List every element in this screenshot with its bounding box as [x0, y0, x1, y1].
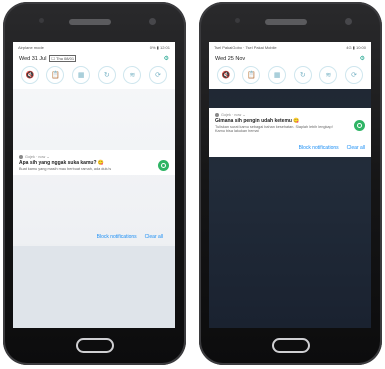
proximity-sensor	[39, 18, 44, 23]
date-row: Wed 25 Nov ⚙	[209, 53, 371, 64]
notification-title: Gimana sih pengin udah ketemu 😋	[215, 118, 300, 124]
notification-body: Gimana sih pengin udah ketemu 😋 Tuliskan…	[209, 117, 371, 137]
mute-icon[interactable]: 🔇	[216, 66, 235, 84]
front-camera	[345, 18, 352, 25]
speaker-grille	[265, 19, 307, 25]
mute-icon[interactable]: 🔇	[20, 66, 39, 84]
screen-right: Tsel PakaiGobo · Tsel Pakai Mobile 4G ▮ …	[209, 42, 371, 328]
app-icon	[215, 112, 219, 117]
app-icon	[19, 154, 23, 159]
status-bar: Tsel PakaiGobo · Tsel Pakai Mobile 4G ▮ …	[209, 42, 371, 53]
notification-text: Tuliskan surat kamu sebagai bahan keseha…	[215, 125, 333, 133]
rotate-icon[interactable]: ⟳	[149, 66, 168, 84]
gojek-logo-icon	[158, 160, 169, 171]
block-notifications-button[interactable]: Block notifications	[97, 234, 137, 240]
quick-settings-row: 🔇 📋 ▦ ↻ ≋ ⟳	[209, 64, 371, 89]
gojek-logo-icon	[354, 120, 365, 131]
phone-right: Tsel PakaiGobo · Tsel Pakai Mobile 4G ▮ …	[199, 2, 382, 365]
notification-actions: Block notifications Clear all	[209, 137, 371, 157]
settings-gear-icon[interactable]: ⚙	[360, 55, 365, 62]
date-label: Wed 25 Nov	[215, 55, 246, 62]
wifi-icon[interactable]: ≋	[123, 66, 142, 84]
grid-icon[interactable]: ▦	[268, 66, 287, 84]
notification-body: Apa sih yang nggak suka kamu? 😋 Buat kam…	[13, 159, 175, 175]
home-button[interactable]	[76, 338, 114, 353]
notification-actions: Block notifications Clear all	[13, 234, 163, 240]
block-notifications-button[interactable]: Block notifications	[299, 145, 339, 151]
clear-all-button[interactable]: Clear all	[347, 145, 365, 151]
rotate-icon[interactable]: ⟳	[345, 66, 364, 84]
clipboard-icon[interactable]: 📋	[46, 66, 65, 84]
grid-icon[interactable]: ▦	[72, 66, 91, 84]
status-right: 0% ▮ 12:01	[149, 45, 170, 50]
phone-left: Airplane mode 0% ▮ 12:01 Wed 31 Jul ☐ Th…	[3, 2, 186, 365]
status-left: Tsel PakaiGobo · Tsel Pakai Mobile	[214, 45, 277, 50]
date-subtitle: ☐ Thu 08/01	[49, 55, 77, 62]
background-area	[13, 246, 175, 328]
proximity-sensor	[235, 18, 240, 23]
date-label: Wed 31 Jul	[19, 55, 47, 62]
speaker-grille	[69, 19, 111, 25]
notification-header: Gojek · now ⌄	[209, 108, 371, 117]
notification-card[interactable]: Gojek · now ⌄ Apa sih yang nggak suka ka…	[13, 150, 175, 175]
notification-card[interactable]: Gojek · now ⌄ Gimana sih pengin udah ket…	[209, 108, 371, 157]
notification-app: Gojek · now ⌄	[25, 155, 50, 159]
notification-text: Buat kamu yang masih mau berbuat ramah, …	[19, 167, 112, 171]
clipboard-icon[interactable]: 📋	[242, 66, 261, 84]
quick-settings-row: 🔇 📋 ▦ ↻ ≋ ⟳	[13, 64, 175, 89]
sync-icon[interactable]: ↻	[97, 66, 116, 84]
wifi-icon[interactable]: ≋	[319, 66, 338, 84]
notification-panel: Airplane mode 0% ▮ 12:01 Wed 31 Jul ☐ Th…	[13, 42, 175, 89]
sync-icon[interactable]: ↻	[293, 66, 312, 84]
notification-title: Apa sih yang nggak suka kamu? 😋	[19, 160, 105, 166]
date-row: Wed 31 Jul ☐ Thu 08/01 ⚙	[13, 53, 175, 64]
clear-all-button[interactable]: Clear all	[145, 234, 163, 240]
status-left: Airplane mode	[18, 45, 44, 50]
notification-panel: Tsel PakaiGobo · Tsel Pakai Mobile 4G ▮ …	[209, 42, 371, 89]
notification-app: Gojek · now ⌄	[221, 113, 246, 117]
screen-left: Airplane mode 0% ▮ 12:01 Wed 31 Jul ☐ Th…	[13, 42, 175, 328]
home-button[interactable]	[272, 338, 310, 353]
notification-header: Gojek · now ⌄	[13, 150, 175, 159]
settings-gear-icon[interactable]: ⚙	[164, 55, 169, 62]
status-bar: Airplane mode 0% ▮ 12:01	[13, 42, 175, 53]
front-camera	[149, 18, 156, 25]
status-right: 4G ▮ 10:00	[346, 45, 366, 50]
